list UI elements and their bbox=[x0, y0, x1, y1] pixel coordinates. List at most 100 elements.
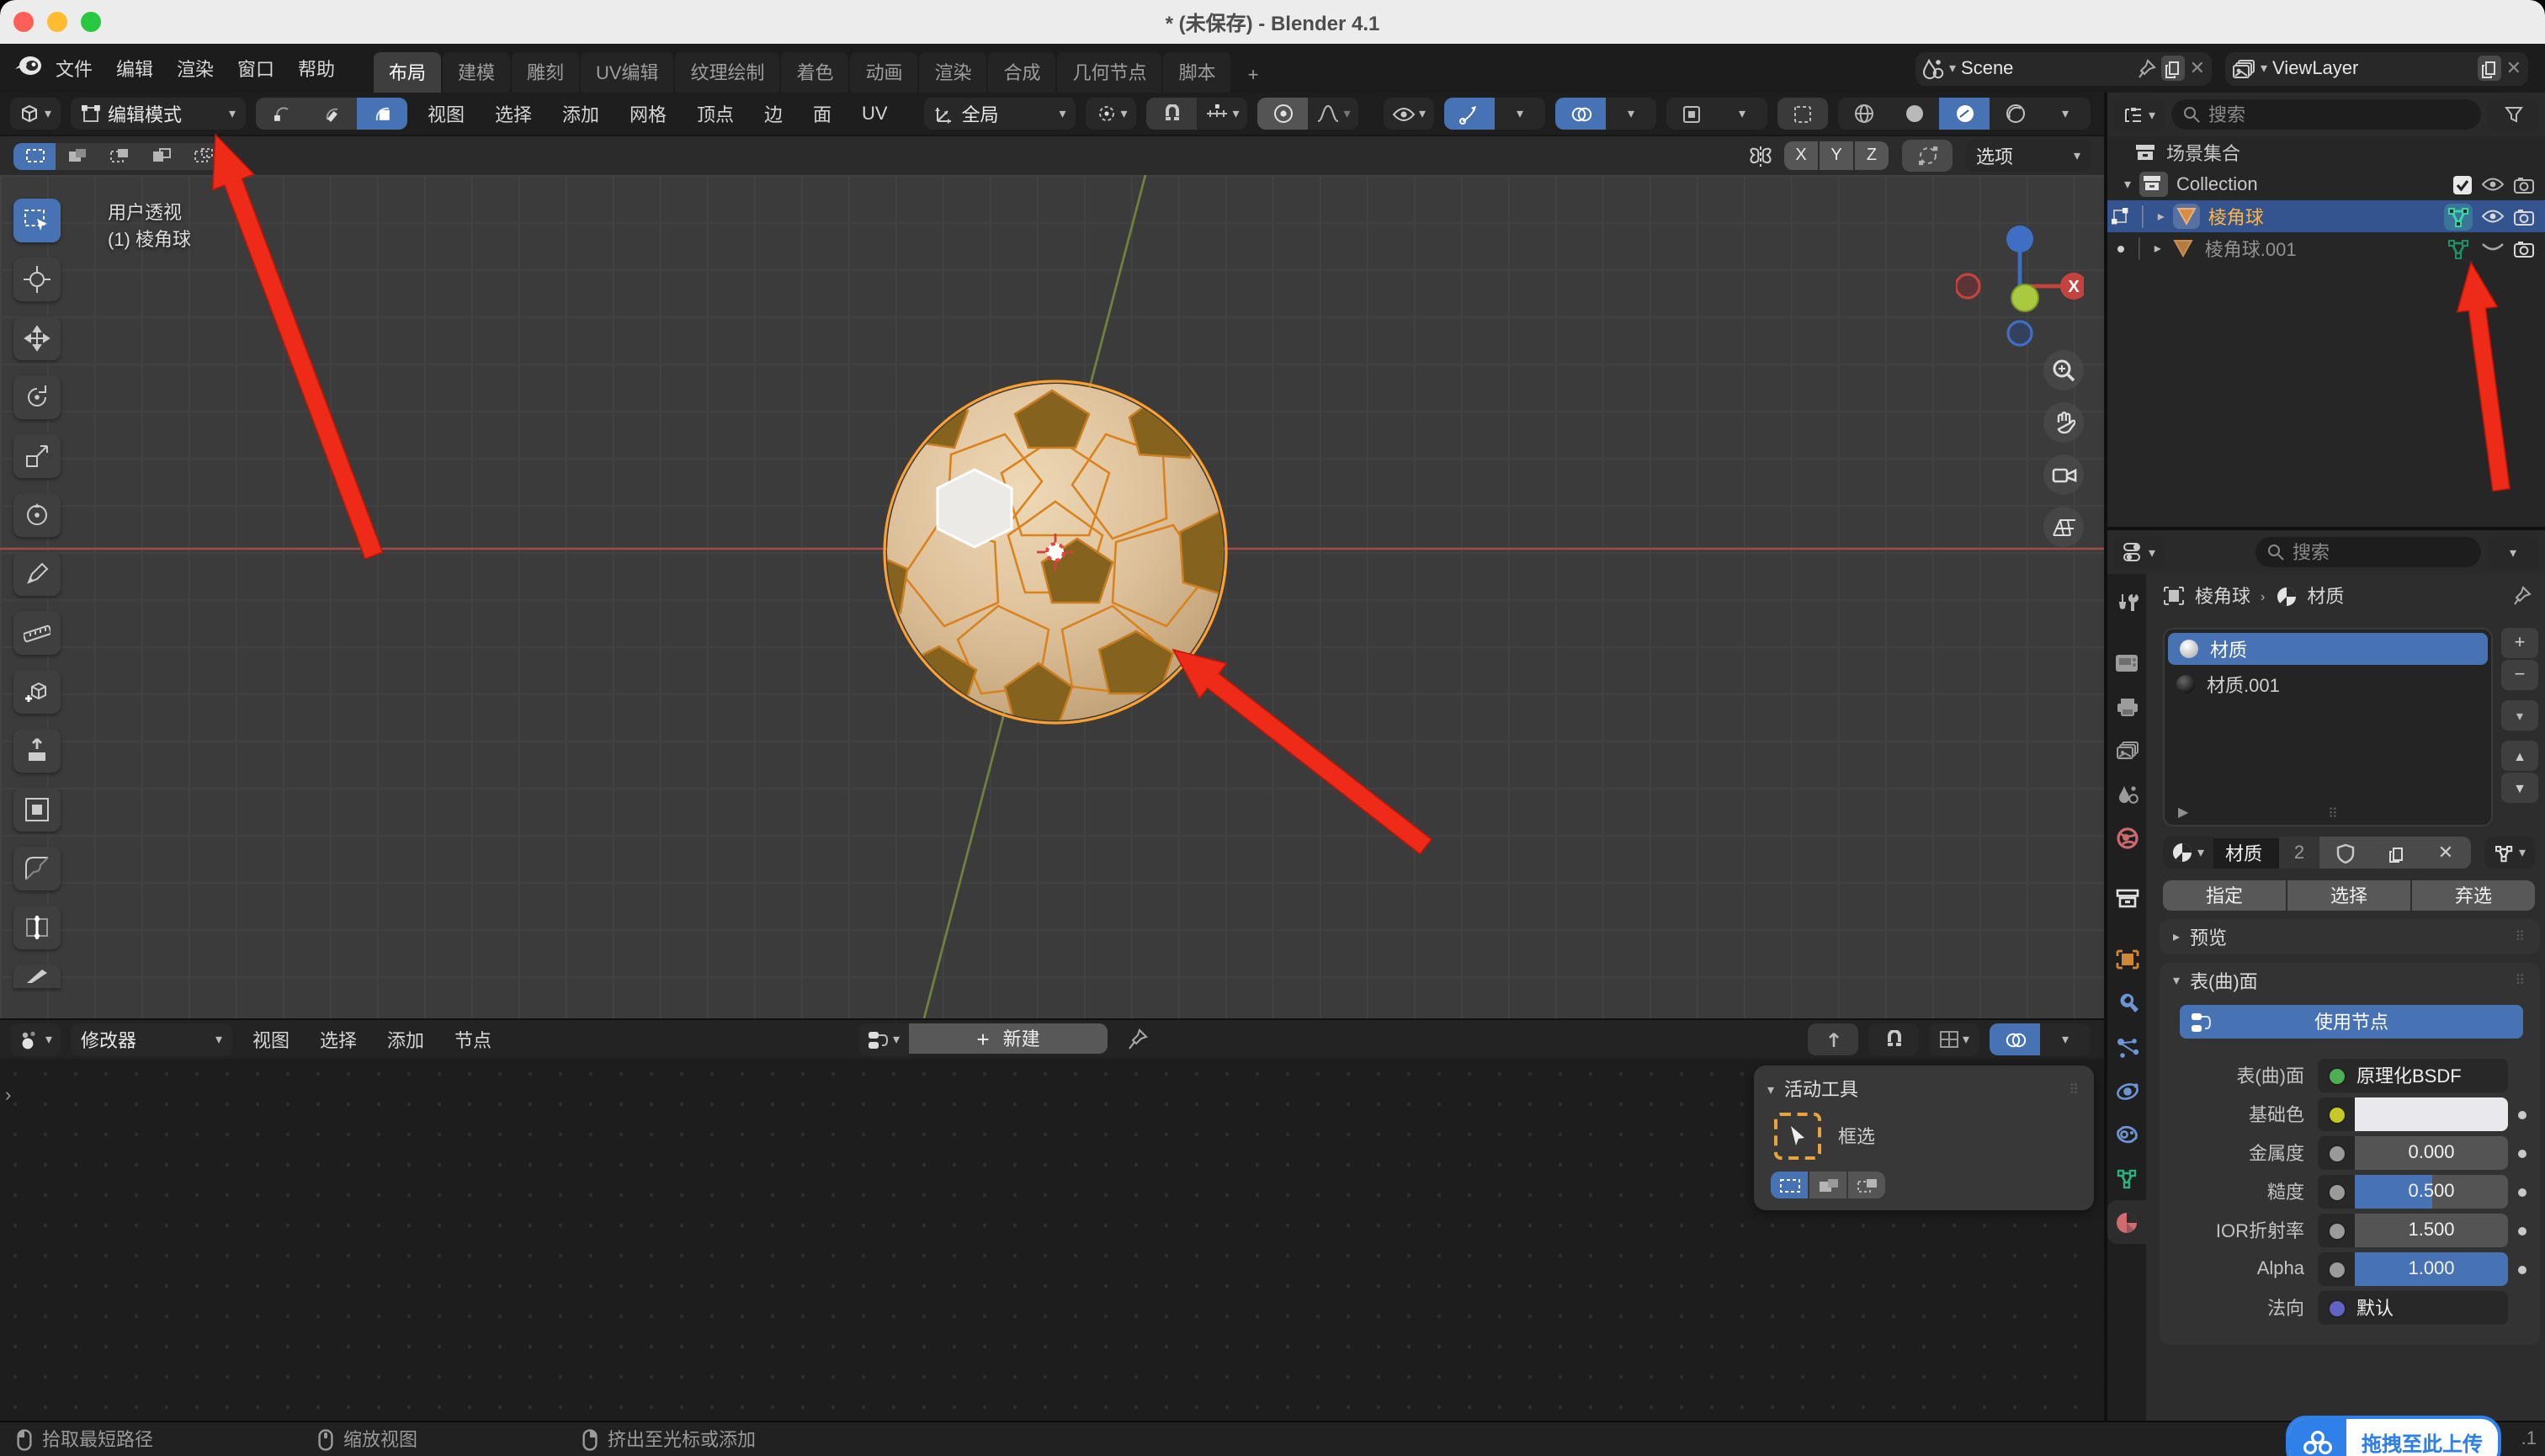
breadcrumb-data-name[interactable]: 材质 bbox=[2307, 582, 2344, 609]
pan-view-button[interactable] bbox=[2043, 402, 2084, 443]
node-menu-add[interactable]: 添加 bbox=[377, 1026, 434, 1053]
object2-camera-icon[interactable] bbox=[2513, 240, 2535, 257]
outliner-display-mode-button[interactable]: ▾ bbox=[2114, 98, 2165, 130]
material-specials-dropdown[interactable]: ▾ bbox=[2501, 700, 2538, 731]
node-snap-target-dropdown[interactable]: ▾ bbox=[1929, 1023, 1979, 1055]
object2-hidden-eye-icon[interactable] bbox=[2481, 242, 2505, 254]
workspace-tab-animation[interactable]: 动画 bbox=[850, 52, 918, 93]
material-preview-shading-button[interactable] bbox=[1939, 98, 1990, 130]
zoom-view-button[interactable] bbox=[2043, 350, 2084, 391]
material-users-count-button[interactable]: 2 bbox=[2279, 837, 2319, 869]
scene-collection-row[interactable]: 场景集合 bbox=[2107, 136, 2545, 168]
preview-panel[interactable]: ▸ 预览 ⠿ bbox=[2160, 919, 2540, 954]
node-zoom-border-button[interactable] bbox=[1808, 1023, 1858, 1055]
alpha-decorator[interactable] bbox=[2518, 1265, 2526, 1273]
tool-mode-set[interactable] bbox=[1771, 1172, 1808, 1198]
node-menu-view[interactable]: 视图 bbox=[242, 1026, 300, 1053]
workspace-tab-geometry-nodes[interactable]: 几何节点 bbox=[1057, 52, 1162, 93]
gizmo-x-neg-axis[interactable] bbox=[1954, 273, 1981, 300]
collection-hide-eye-icon[interactable] bbox=[2481, 177, 2505, 192]
collection-row[interactable]: ▾ Collection bbox=[2107, 168, 2545, 200]
surface-panel-header[interactable]: ▾ 表(曲)面 ⠿ bbox=[2160, 963, 2540, 998]
workspace-tab-modeling[interactable]: 建模 bbox=[443, 52, 510, 93]
close-window-button[interactable] bbox=[13, 12, 34, 32]
collection-expand-chevron[interactable]: ▾ bbox=[2124, 177, 2131, 192]
tool-mode-extend[interactable] bbox=[1809, 1172, 1846, 1198]
panel-collapse-chevron[interactable]: ▾ bbox=[1767, 1081, 1774, 1097]
node-editor-type-button[interactable]: ▾ bbox=[10, 1023, 61, 1055]
tab-render[interactable] bbox=[2107, 641, 2146, 685]
scene-selector[interactable]: ▾ Scene ✕ bbox=[1915, 51, 2212, 85]
node-tree-browse-button[interactable]: ▾ bbox=[858, 1023, 909, 1055]
snap-toggle-button[interactable] bbox=[1146, 98, 1198, 130]
shading-dropdown[interactable]: ▾ bbox=[2040, 98, 2091, 130]
gizmo-z-axis[interactable] bbox=[2006, 226, 2033, 252]
tool-inset-faces[interactable] bbox=[13, 788, 61, 832]
node-snap-toggle[interactable] bbox=[1868, 1023, 1919, 1055]
live-unwrap-toggle[interactable] bbox=[1902, 140, 1953, 172]
viewport-canvas[interactable]: 用户透视 (1) 棱角球 X bbox=[0, 175, 2104, 1018]
panel-grip-dots[interactable]: ⠿ bbox=[2069, 1081, 2080, 1097]
select-extend-button[interactable] bbox=[56, 142, 98, 169]
vp-menu-face[interactable]: 面 bbox=[803, 100, 842, 127]
move-slot-down-button[interactable]: ▼ bbox=[2501, 773, 2538, 803]
vp-menu-uv[interactable]: UV bbox=[852, 104, 898, 124]
vp-menu-mesh[interactable]: 网格 bbox=[619, 100, 677, 127]
edge-select-mode-button[interactable] bbox=[306, 98, 357, 130]
tool-scale[interactable] bbox=[13, 434, 61, 478]
object-camera-icon[interactable] bbox=[2513, 208, 2535, 225]
workspace-tab-layout[interactable]: 布局 bbox=[374, 52, 441, 93]
tool-measure[interactable] bbox=[13, 611, 61, 655]
vp-menu-add[interactable]: 添加 bbox=[552, 100, 609, 127]
tool-loop-cut[interactable] bbox=[13, 906, 61, 949]
node-overlays-toggle[interactable] bbox=[1990, 1023, 2040, 1055]
tool-add-cube[interactable] bbox=[13, 670, 61, 714]
menu-render[interactable]: 渲染 bbox=[165, 55, 226, 82]
outliner-filter-button[interactable] bbox=[2488, 98, 2538, 130]
slot-list-expand-icon[interactable]: ▶ bbox=[2178, 805, 2188, 820]
ior-slider[interactable]: 1.500 bbox=[2355, 1214, 2508, 1247]
properties-pin-icon[interactable] bbox=[2513, 586, 2532, 606]
solid-shading-button[interactable] bbox=[1889, 98, 1939, 130]
node-menu-select[interactable]: 选择 bbox=[310, 1026, 367, 1053]
tab-object-data[interactable] bbox=[2107, 1156, 2146, 1200]
tool-move[interactable] bbox=[13, 316, 61, 360]
tab-collection-props[interactable] bbox=[2107, 877, 2146, 921]
object-row-active[interactable]: │ ▸ 棱角球 bbox=[2107, 200, 2545, 232]
tool-mode-subtract[interactable] bbox=[1848, 1172, 1885, 1198]
vertex-select-mode-button[interactable] bbox=[256, 98, 306, 130]
vp-menu-vertex[interactable]: 顶点 bbox=[687, 100, 744, 127]
tool-cursor[interactable] bbox=[13, 258, 61, 301]
transform-orientation-dropdown[interactable]: 全局 ▾ bbox=[924, 98, 1076, 130]
unlink-material-button[interactable]: ✕ bbox=[2420, 837, 2471, 869]
tab-output[interactable] bbox=[2107, 685, 2146, 729]
ior-decorator[interactable] bbox=[2518, 1226, 2526, 1235]
breadcrumb-object-name[interactable]: 棱角球 bbox=[2195, 582, 2250, 609]
visibility-dropdown[interactable]: ▾ bbox=[1384, 98, 1434, 130]
remove-view-layer-icon[interactable]: ✕ bbox=[2506, 57, 2521, 79]
collection-checkbox[interactable] bbox=[2452, 174, 2473, 194]
properties-options-dropdown[interactable]: ▾ bbox=[2488, 536, 2538, 568]
alpha-slider[interactable]: 1.000 bbox=[2355, 1252, 2508, 1286]
snap-target-dropdown[interactable]: ▾ bbox=[1197, 98, 1248, 130]
remove-material-slot-button[interactable]: − bbox=[2501, 660, 2538, 690]
proportional-falloff-dropdown[interactable]: ▾ bbox=[1308, 98, 1359, 130]
mirror-x-button[interactable]: X bbox=[1784, 141, 1818, 170]
xray-toggle[interactable] bbox=[1666, 98, 1717, 130]
render-region-button[interactable] bbox=[1777, 98, 1828, 130]
base-color-decorator[interactable] bbox=[2518, 1110, 2526, 1119]
vp-menu-select[interactable]: 选择 bbox=[485, 100, 542, 127]
add-material-slot-button[interactable]: + bbox=[2501, 628, 2538, 658]
move-slot-up-button[interactable]: ▲ bbox=[2501, 741, 2538, 771]
workspace-tab-shading[interactable]: 着色 bbox=[781, 52, 849, 93]
editor-type-button[interactable]: ▾ bbox=[10, 98, 61, 130]
node-context-dropdown[interactable]: 修改器 ▾ bbox=[71, 1023, 232, 1055]
camera-view-button[interactable] bbox=[2043, 454, 2084, 495]
show-gizmo-toggle[interactable] bbox=[1444, 98, 1495, 130]
tool-bevel[interactable] bbox=[13, 847, 61, 890]
pivot-point-dropdown[interactable]: ▾ bbox=[1086, 98, 1137, 130]
toggle-perspective-button[interactable] bbox=[2043, 507, 2084, 547]
select-button[interactable]: 选择 bbox=[2287, 880, 2410, 911]
mode-dropdown[interactable]: 编辑模式 ▾ bbox=[71, 98, 246, 130]
mirror-y-button[interactable]: Y bbox=[1820, 141, 1853, 170]
